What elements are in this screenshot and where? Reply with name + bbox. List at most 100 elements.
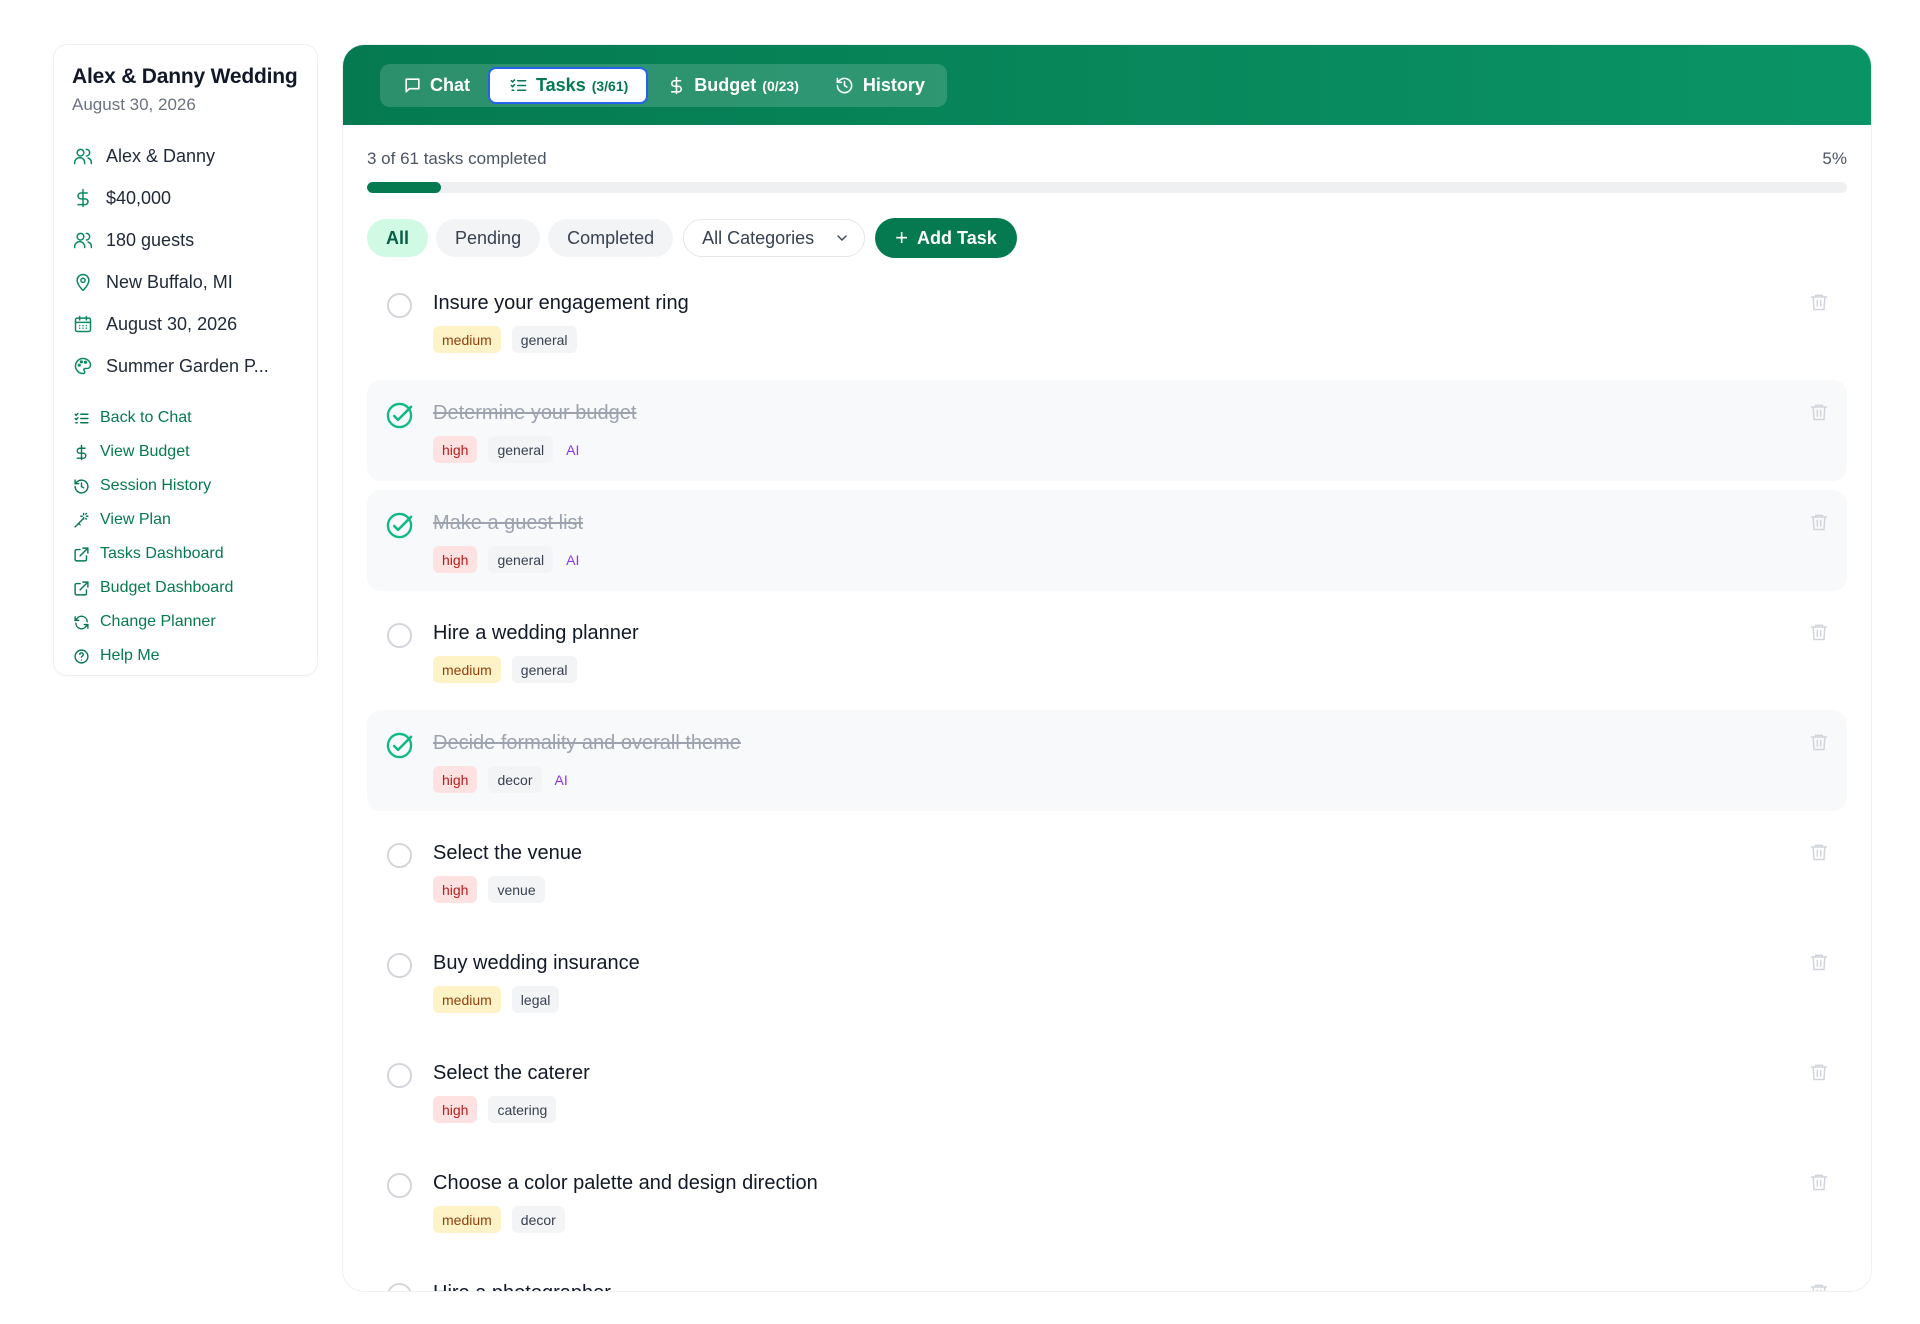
category-badge: decor: [488, 766, 542, 793]
check-circle-icon[interactable]: [386, 732, 413, 759]
dollar-icon: [72, 187, 94, 209]
trash-icon[interactable]: [1809, 401, 1829, 423]
task-title: Buy wedding insurance: [433, 952, 640, 974]
external-link-icon: [72, 579, 90, 597]
tab-chat[interactable]: Chat: [384, 67, 488, 104]
fact-text: Alex & Danny: [106, 145, 216, 166]
progress-percent: 5%: [1822, 149, 1847, 168]
fact-text: $40,000: [106, 187, 172, 208]
empty-circle-icon[interactable]: [386, 1282, 413, 1291]
empty-circle-icon[interactable]: [386, 1172, 413, 1199]
filter-pending-button[interactable]: Pending: [436, 219, 541, 257]
task-row: Decide formality and overall theme high de…: [367, 710, 1847, 811]
check-circle-icon[interactable]: [386, 512, 413, 539]
link-label: Help Me: [100, 647, 160, 664]
empty-circle-icon[interactable]: [386, 1062, 413, 1089]
change-planner-link[interactable]: Change Planner: [72, 605, 299, 639]
trash-icon[interactable]: [1809, 511, 1829, 533]
category-select[interactable]: All Categories: [683, 219, 866, 257]
tab-bar: Chat Tasks (3/61) Budget (0/23) History: [380, 64, 947, 107]
tasks-dashboard-link[interactable]: Tasks Dashboard: [72, 537, 299, 571]
task-tags: medium decor: [433, 1206, 1847, 1233]
users-icon: [72, 229, 94, 251]
trash-icon[interactable]: [1809, 621, 1829, 643]
filter-completed-button[interactable]: Completed: [548, 219, 674, 257]
back-to-chat-link[interactable]: Back to Chat: [72, 401, 299, 435]
fact-budget: $40,000: [72, 177, 299, 219]
session-history-link[interactable]: Session History: [72, 469, 299, 503]
tab-tasks[interactable]: Tasks (3/61): [488, 67, 649, 104]
add-task-button[interactable]: + Add Task: [875, 218, 1017, 258]
task-tags: high general AI: [433, 436, 1847, 463]
category-badge: venue: [488, 876, 545, 903]
task-title: Hire a wedding planner: [433, 622, 639, 644]
wedding-date: August 30, 2026: [72, 95, 196, 114]
category-select-value: All Categories: [702, 227, 815, 248]
priority-badge: high: [433, 436, 478, 463]
wedding-facts: Alex & Danny $40,000 180 guests New Buff…: [72, 135, 299, 387]
palette-icon: [72, 355, 94, 377]
trash-icon[interactable]: [1809, 841, 1829, 863]
progress-summary: 3 of 61 tasks completed 5%: [367, 149, 1847, 169]
check-circle-icon[interactable]: [386, 402, 413, 429]
fact-text: New Buffalo, MI: [106, 271, 233, 292]
trash-icon[interactable]: [1809, 291, 1829, 313]
budget-dashboard-link[interactable]: Budget Dashboard: [72, 571, 299, 605]
chat-icon: [402, 76, 422, 96]
trash-icon[interactable]: [1809, 1281, 1829, 1291]
link-label: Session History: [100, 477, 212, 494]
fact-guests: 180 guests: [72, 219, 299, 261]
task-row: Determine your budget high general AI: [367, 380, 1847, 481]
tab-label: Budget: [694, 75, 757, 95]
empty-circle-icon[interactable]: [386, 292, 413, 319]
task-row: Hire a wedding planner medium general: [367, 600, 1847, 701]
task-title: Select the venue: [433, 842, 582, 864]
fact-text: Summer Garden P...: [106, 355, 269, 376]
trash-icon[interactable]: [1809, 731, 1829, 753]
progress-bar-fill: [367, 182, 441, 193]
category-badge: general: [488, 546, 554, 573]
trash-icon[interactable]: [1809, 1171, 1829, 1193]
priority-badge: high: [433, 1096, 478, 1123]
link-label: Budget Dashboard: [100, 579, 234, 596]
fact-date: August 30, 2026: [72, 303, 299, 345]
trash-icon[interactable]: [1809, 951, 1829, 973]
ai-badge: AI: [566, 551, 580, 568]
empty-circle-icon[interactable]: [386, 952, 413, 979]
link-label: Change Planner: [100, 613, 216, 630]
tab-budget[interactable]: Budget (0/23): [648, 67, 817, 104]
priority-badge: medium: [433, 1206, 501, 1233]
priority-badge: high: [433, 766, 478, 793]
fact-text: August 30, 2026: [106, 313, 238, 334]
view-budget-link[interactable]: View Budget: [72, 435, 299, 469]
help-me-link[interactable]: Help Me: [72, 639, 299, 673]
sidebar-links: Back to Chat View Budget Session History…: [72, 401, 299, 673]
task-row: Choose a color palette and design direct…: [367, 1150, 1847, 1251]
filter-all-button[interactable]: All: [367, 219, 429, 257]
empty-circle-icon[interactable]: [386, 622, 413, 649]
list-check-icon: [508, 76, 528, 96]
dollar-icon: [72, 443, 90, 461]
history-icon: [835, 76, 855, 96]
tab-label: Tasks: [536, 75, 586, 95]
priority-badge: medium: [433, 326, 501, 353]
task-tags: high general AI: [433, 546, 1847, 573]
external-link-icon: [72, 545, 90, 563]
dollar-icon: [666, 76, 686, 96]
fact-text: 180 guests: [106, 229, 195, 250]
plus-icon: +: [895, 225, 909, 250]
trash-icon[interactable]: [1809, 1061, 1829, 1083]
category-badge: decor: [511, 1206, 565, 1233]
priority-badge: medium: [433, 656, 501, 683]
view-plan-link[interactable]: View Plan: [72, 503, 299, 537]
refresh-icon: [72, 613, 90, 631]
tab-history[interactable]: History: [817, 67, 943, 104]
task-tags: medium legal: [433, 986, 1847, 1013]
link-label: View Plan: [100, 511, 171, 528]
link-label: Back to Chat: [100, 409, 192, 426]
empty-circle-icon[interactable]: [386, 842, 413, 869]
task-row: Make a guest list high general AI: [367, 490, 1847, 591]
link-label: Tasks Dashboard: [100, 545, 224, 562]
task-row: Select the venue high venue: [367, 820, 1847, 921]
wedding-info-sidebar: Alex & Danny Wedding August 30, 2026 Ale…: [53, 44, 318, 676]
